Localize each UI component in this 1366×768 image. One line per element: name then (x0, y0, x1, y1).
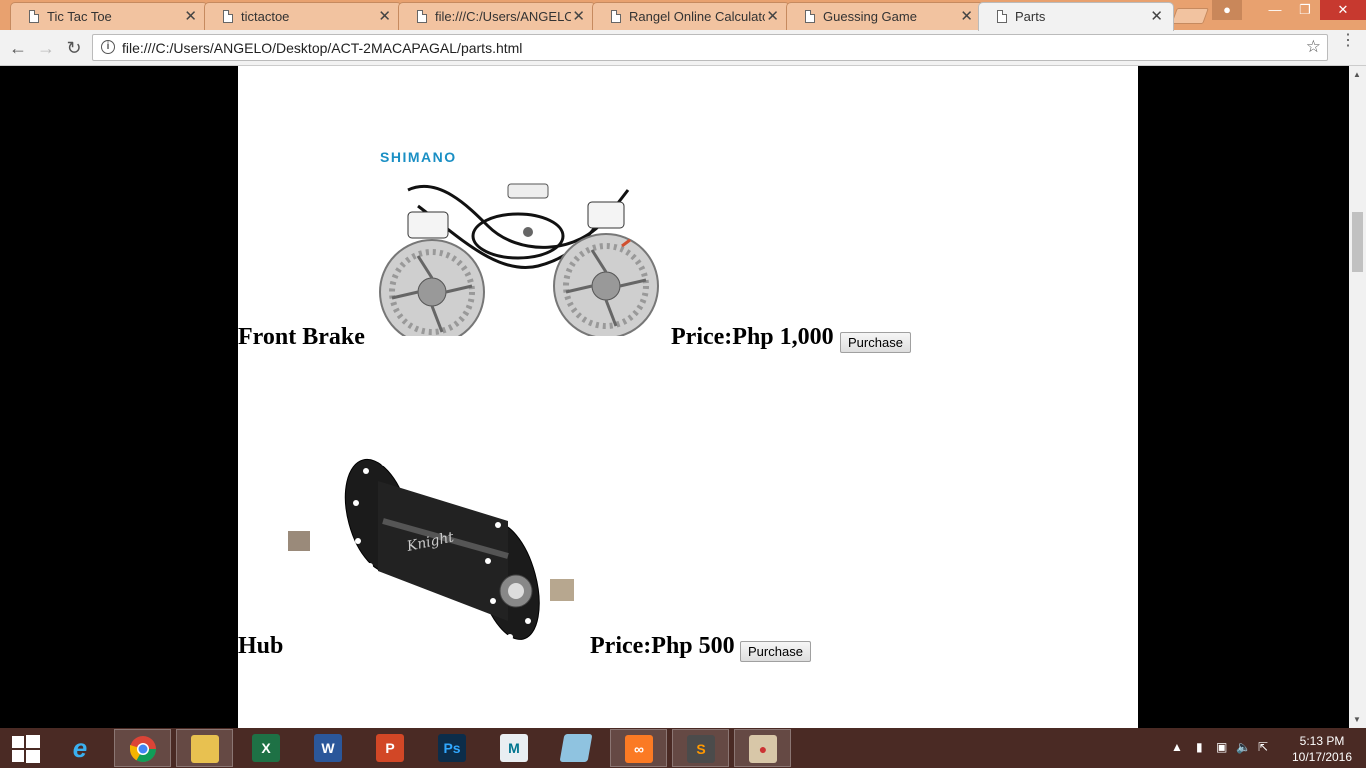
item-price: Price:Php 1,000 (671, 324, 834, 350)
action-center-icon[interactable]: ▣ (1216, 740, 1227, 754)
sublime-text-icon[interactable]: S (672, 729, 729, 767)
tab-rangel-calculator[interactable]: Rangel Online Calculator ✕ (592, 2, 790, 30)
scrollbar-thumb[interactable] (1352, 212, 1363, 272)
bookmark-star-icon[interactable]: ☆ (1306, 37, 1321, 57)
clock[interactable]: 5:13 PM 10/17/2016 (1290, 733, 1354, 765)
scroll-up-icon[interactable]: ▲ (1353, 70, 1361, 79)
excel-icon[interactable]: X (238, 729, 295, 767)
item-name: Front Brake (238, 324, 365, 350)
powerpoint-icon[interactable]: P (362, 729, 419, 767)
tab-strip: Tic Tac Toe ✕ tictactoe ✕ file:///C:/Use… (0, 0, 1366, 31)
battery-icon[interactable]: ▮ (1196, 740, 1203, 754)
page-icon (997, 10, 1007, 23)
clock-time: 5:13 PM (1299, 734, 1345, 748)
menu-icon[interactable]: ⋮ (1340, 33, 1356, 49)
shimano-logo: SHIMANO (380, 149, 457, 165)
vertical-scrollbar[interactable]: ▲ ▼ (1349, 66, 1366, 728)
page-icon (417, 10, 427, 23)
page-icon (611, 10, 621, 23)
tab-tic-tac-toe[interactable]: Tic Tac Toe ✕ (10, 2, 208, 30)
front-brake-image: SHIMANO (379, 149, 659, 336)
close-tab-icon[interactable]: ✕ (1150, 7, 1163, 25)
url-text[interactable]: file:///C:/Users/ANGELO/Desktop/ACT-2MAC… (122, 40, 522, 56)
left-rotor (379, 239, 485, 336)
tab-label: Parts (1015, 9, 1046, 24)
purchase-button[interactable]: Purchase (840, 332, 911, 353)
new-tab-button[interactable] (1171, 8, 1209, 24)
hub-image: Knight (288, 458, 574, 640)
tab-guessing-game[interactable]: Guessing Game ✕ (786, 2, 984, 30)
item-price: Price:Php 500 (590, 633, 735, 659)
taskbar: e X W P Ps M ∞ S ● ▲ ▮ ▣ 🔈 ⇱ 5:13 PM 10/… (0, 728, 1366, 768)
page-icon (223, 10, 233, 23)
purchase-button[interactable]: Purchase (740, 641, 811, 662)
internet-explorer-icon[interactable]: e (52, 729, 109, 767)
close-tab-icon[interactable]: ✕ (378, 7, 391, 25)
tab-label: Guessing Game (823, 9, 917, 24)
volume-icon[interactable]: 🔈 (1236, 740, 1251, 754)
close-tab-icon[interactable]: ✕ (960, 7, 973, 25)
network-icon[interactable]: ⇱ (1258, 740, 1268, 754)
tab-tictactoe[interactable]: tictactoe ✕ (204, 2, 402, 30)
back-arrow-icon[interactable]: ← (7, 37, 29, 59)
notepad-icon[interactable] (548, 729, 605, 767)
address-bar[interactable]: i file:///C:/Users/ANGELO/Desktop/ACT-2M… (92, 34, 1328, 61)
paint-icon[interactable]: ● (734, 729, 791, 767)
forward-arrow-icon[interactable]: → (35, 37, 57, 59)
tab-parts[interactable]: Parts ✕ (978, 2, 1174, 31)
close-tab-icon[interactable]: ✕ (766, 7, 779, 25)
reload-icon[interactable]: ↻ (63, 37, 85, 59)
tab-label: Rangel Online Calculator (629, 9, 765, 24)
close-tab-icon[interactable]: ✕ (184, 7, 197, 25)
tab-file[interactable]: file:///C:/Users/ANGELO/ ✕ (398, 2, 596, 30)
tab-label: Tic Tac Toe (47, 9, 112, 24)
page-icon (805, 10, 815, 23)
word-icon[interactable]: W (300, 729, 357, 767)
file-explorer-icon[interactable] (176, 729, 233, 767)
photoshop-icon[interactable]: Ps (424, 729, 481, 767)
right-rotor (553, 233, 659, 336)
profile-icon[interactable]: ● (1212, 0, 1242, 20)
scroll-down-icon[interactable]: ▼ (1353, 715, 1361, 724)
close-tab-icon[interactable]: ✕ (572, 7, 585, 25)
page-content: SHIMANO Front Brake Price:Php 1,000 Purc… (238, 66, 1138, 728)
chrome-icon[interactable] (114, 729, 171, 767)
clock-date: 10/17/2016 (1291, 750, 1353, 764)
item-name: Hub (238, 633, 284, 659)
tab-label: tictactoe (241, 9, 290, 24)
tab-label: file:///C:/Users/ANGELO/ (435, 9, 571, 24)
xampp-icon[interactable]: ∞ (610, 729, 667, 767)
system-tray: ▲ ▮ ▣ 🔈 ⇱ 5:13 PM 10/17/2016 (1166, 728, 1366, 768)
close-window-icon[interactable]: ✕ (1320, 0, 1366, 20)
browser-toolbar: ← → ↻ i file:///C:/Users/ANGELO/Desktop/… (0, 30, 1366, 66)
page-viewport: SHIMANO Front Brake Price:Php 1,000 Purc… (0, 66, 1349, 728)
restore-icon[interactable]: ❐ (1290, 0, 1320, 20)
info-icon[interactable]: i (101, 40, 115, 54)
show-hidden-icons-icon[interactable]: ▲ (1171, 740, 1183, 754)
minimize-icon[interactable]: — (1260, 0, 1290, 20)
start-icon[interactable] (0, 729, 57, 767)
mysql-installer-icon[interactable]: M (486, 729, 543, 767)
page-icon (29, 10, 39, 23)
